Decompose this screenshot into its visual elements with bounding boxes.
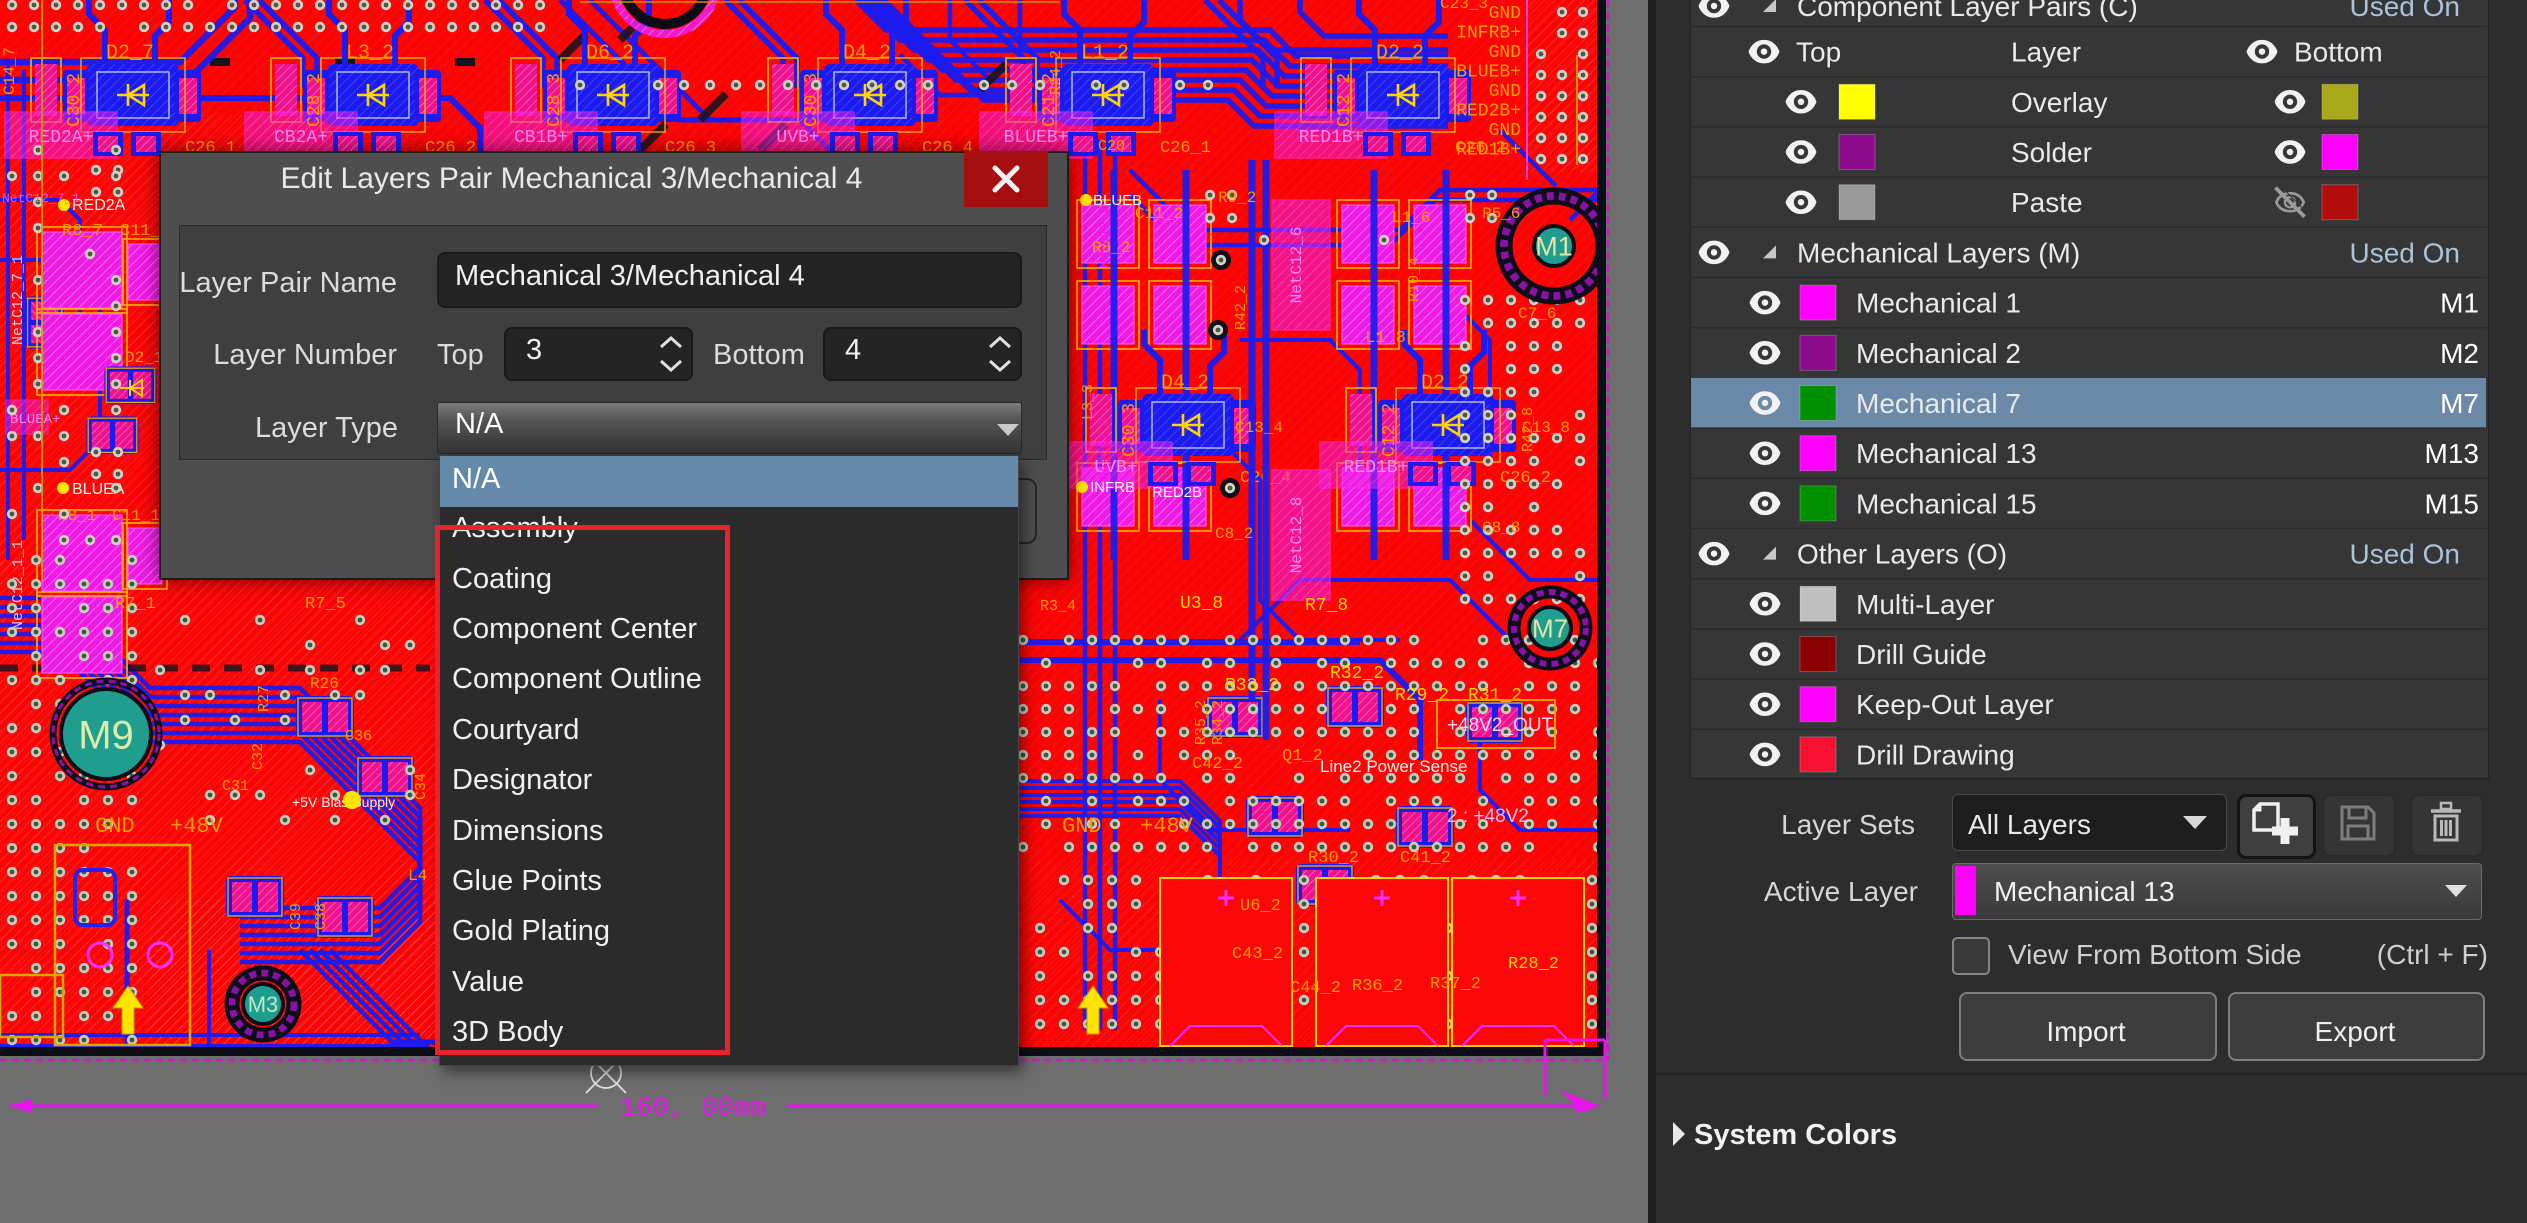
svg-text:Mechanical 13: Mechanical 13 bbox=[1994, 876, 2175, 907]
svg-text:Mechanical 2: Mechanical 2 bbox=[1856, 338, 2021, 369]
svg-text:M1: M1 bbox=[2440, 288, 2479, 319]
svg-text:Top: Top bbox=[1796, 37, 1841, 68]
svg-text:Used On: Used On bbox=[2350, 237, 2461, 268]
svg-text:(Ctrl + F): (Ctrl + F) bbox=[2377, 939, 2488, 970]
svg-text:Solder: Solder bbox=[2011, 137, 2092, 168]
svg-text:Layer: Layer bbox=[2011, 37, 2081, 68]
svg-text:System Colors: System Colors bbox=[1694, 1119, 1897, 1151]
svg-text:Drill Guide: Drill Guide bbox=[1856, 639, 1987, 670]
svg-text:Keep-Out Layer: Keep-Out Layer bbox=[1856, 689, 2054, 720]
svg-text:M13: M13 bbox=[2425, 438, 2479, 469]
svg-text:Active Layer: Active Layer bbox=[1764, 876, 1918, 907]
svg-text:M2: M2 bbox=[2440, 338, 2479, 369]
svg-text:Paste: Paste bbox=[2011, 187, 2083, 218]
svg-text:Layer Sets: Layer Sets bbox=[1781, 809, 1915, 840]
svg-text:All Layers: All Layers bbox=[1968, 809, 2091, 840]
svg-text:Export: Export bbox=[2315, 1016, 2396, 1047]
svg-text:M15: M15 bbox=[2425, 488, 2479, 519]
svg-text:Mechanical Layers (M): Mechanical Layers (M) bbox=[1797, 237, 2080, 268]
svg-text:View From Bottom Side: View From Bottom Side bbox=[2008, 939, 2302, 970]
svg-text:Drill Drawing: Drill Drawing bbox=[1856, 739, 2015, 770]
svg-text:Used On: Used On bbox=[2350, 0, 2461, 22]
svg-text:M7: M7 bbox=[2440, 388, 2479, 419]
svg-text:Mechanical 1: Mechanical 1 bbox=[1856, 288, 2021, 319]
svg-text:Import: Import bbox=[2046, 1016, 2126, 1047]
svg-text:Bottom: Bottom bbox=[2294, 37, 2383, 68]
svg-text:Component Layer Pairs (C): Component Layer Pairs (C) bbox=[1797, 0, 2138, 22]
svg-text:Used On: Used On bbox=[2350, 539, 2461, 570]
svg-text:Multi-Layer: Multi-Layer bbox=[1856, 589, 1994, 620]
svg-text:Mechanical 7: Mechanical 7 bbox=[1856, 388, 2021, 419]
svg-text:Mechanical 13: Mechanical 13 bbox=[1856, 438, 2037, 469]
svg-text:Other Layers (O): Other Layers (O) bbox=[1797, 539, 2007, 570]
svg-text:Mechanical 15: Mechanical 15 bbox=[1856, 488, 2037, 519]
svg-text:Overlay: Overlay bbox=[2011, 87, 2107, 118]
